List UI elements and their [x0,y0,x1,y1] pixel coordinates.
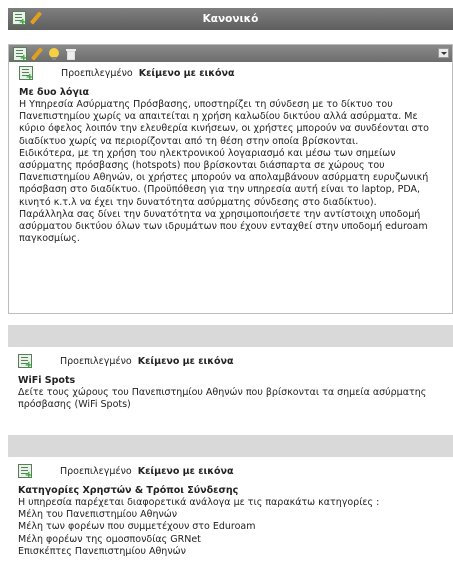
block-header: Προεπιλεγμένο Κείμενο με εικόνα [8,354,453,372]
default-label: Προεπιλεγμένο [60,356,132,367]
block-tag: Προεπιλεγμένο Κείμενο με εικόνα [60,466,234,477]
text-image-icon [18,464,33,481]
block-heading: WiFi Spots [18,375,76,386]
list-item: Μέλη φορέων της ομοσπονδίας GRNet [18,533,201,545]
list-item: Μέλη των φορέων που συμμετέχουν στο Edur… [18,521,256,533]
lightbulb-icon[interactable] [47,47,61,61]
block-header: Προεπιλεγμένο Κείμενο με εικόνα [9,66,452,84]
block-type: Κείμενο με εικόνα [137,356,234,367]
paragraph: Η υπηρεσία παρέχεται διαφορετικά ανάλογα… [18,497,380,508]
block-body: Η υπηρεσία παρέχεται διαφορετικά ανάλογα… [8,497,453,558]
block-body: Δείτε τους χώρους του Πανεπιστημίου Αθην… [8,387,453,411]
default-label: Προεπιλεγμένο [60,466,132,477]
paragraph: Δείτε τους χώρους του Πανεπιστημίου Αθην… [18,387,427,411]
content-block: Προεπιλεγμένο Κείμενο με εικόνα Κατηγορίε… [8,464,453,558]
block-tag: Προεπιλεγμένο Κείμενο με εικόνα [61,68,235,79]
chevron-down-icon[interactable] [438,48,449,58]
default-label: Προεπιλεγμένο [61,68,133,79]
block-heading: Με δυο λόγια [19,87,90,98]
paragraph: Η Υπηρεσία Ασύρματης Πρόσβασης, υποστηρί… [19,99,429,147]
block-separator [8,325,453,347]
text-image-icon [18,354,33,371]
block-header: Προεπιλεγμένο Κείμενο με εικόνα [8,464,453,482]
edit-pencil-icon[interactable] [30,47,44,61]
page-title: Κανονικό [202,13,259,25]
block-body: Η Υπηρεσία Ασύρματης Πρόσβασης, υποστηρί… [9,99,452,245]
block-separator [8,435,453,457]
content-block-panel: Προεπιλεγμένο Κείμενο με εικόνα Με δυο λό… [8,44,453,314]
content-block: Προεπιλεγμένο Κείμενο με εικόνα WiFi Spot… [8,354,453,411]
paragraph: Παράλληλα σας δίνει την δυνατότητα να χρ… [19,208,428,245]
page-title-bar: Κανονικό [8,8,453,30]
block-type: Κείμενο με εικόνα [137,466,234,477]
block-heading: Κατηγορίες Χρηστών & Τρόποι Σύνδεσης [18,485,239,496]
list-item: Μέλη του Πανεπιστημίου Αθηνών [18,509,178,521]
text-image-icon [19,66,34,83]
add-block-icon[interactable] [13,47,28,64]
block-tag: Προεπιλεγμένο Κείμενο με εικόνα [60,356,234,367]
list-item: Επισκέπτες Πανεπιστημίου Αθηνών [18,545,186,557]
block-type: Κείμενο με εικόνα [138,68,235,79]
block-toolbar [9,45,452,64]
trash-icon[interactable] [64,47,78,61]
paragraph: Ειδικότερα, με τη χρήση του ηλεκτρονικού… [19,147,429,208]
